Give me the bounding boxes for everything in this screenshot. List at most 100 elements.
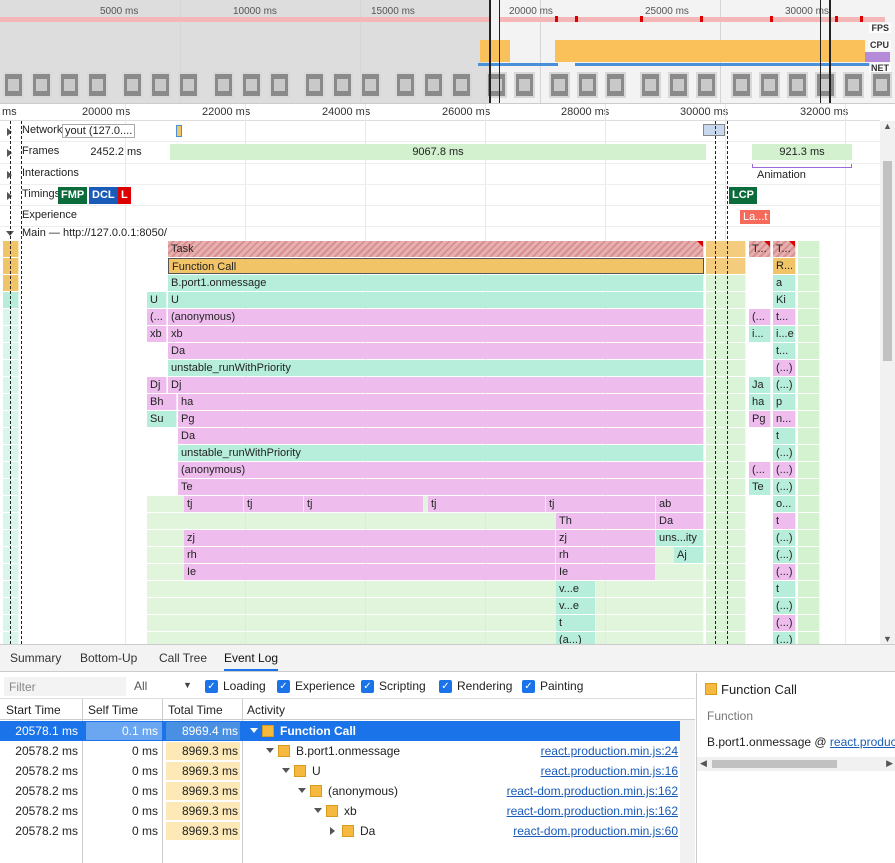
flame-chart[interactable]: ms 20000 ms 22000 ms 24000 ms 26000 ms 2…: [0, 104, 895, 644]
flame-entry[interactable]: [706, 445, 746, 461]
flame-entry[interactable]: [706, 258, 746, 274]
table-row[interactable]: 20578.2 ms 0 ms 8969.3 ms Da react-dom.produ…: [0, 821, 680, 841]
flame-entry[interactable]: (...: [749, 462, 771, 478]
flame-entry[interactable]: Pg: [749, 411, 771, 427]
source-link[interactable]: react-dom.production.min.js:60: [513, 824, 678, 838]
flame-entry[interactable]: [706, 530, 746, 546]
lcp-marker[interactable]: LCP: [729, 187, 757, 204]
flame-entry[interactable]: [798, 632, 820, 644]
table-scrollbar[interactable]: [680, 720, 695, 863]
flame-entry[interactable]: Th: [556, 513, 656, 529]
flame-entry[interactable]: (...): [773, 445, 796, 461]
flame-entry[interactable]: (a...): [556, 632, 596, 644]
flame-entry[interactable]: B.port1.onmessage: [168, 275, 704, 291]
flame-entry[interactable]: [706, 598, 746, 614]
flame-entry[interactable]: [706, 394, 746, 410]
layout-shift-marker[interactable]: La...t: [740, 210, 771, 224]
screenshot-thumbnail[interactable]: [871, 72, 892, 98]
tab-call-tree[interactable]: Call Tree: [159, 651, 207, 665]
flame-entry[interactable]: [3, 530, 19, 546]
flame-entry[interactable]: [3, 377, 19, 393]
flame-entry[interactable]: tj: [184, 496, 244, 512]
screenshot-thumbnail[interactable]: [213, 72, 234, 98]
screenshot-thumbnail[interactable]: [787, 72, 808, 98]
screenshot-thumbnail[interactable]: [59, 72, 80, 98]
flame-entry[interactable]: tj: [244, 496, 304, 512]
timeline-overview[interactable]: 5000 ms 10000 ms 15000 ms 20000 ms 25000…: [0, 0, 895, 104]
screenshot-thumbnail[interactable]: [640, 72, 661, 98]
flame-entry[interactable]: [706, 428, 746, 444]
scroll-left-icon[interactable]: ◀: [700, 758, 707, 769]
flame-entry[interactable]: [798, 615, 820, 631]
flame-entry[interactable]: rh: [556, 547, 656, 563]
flame-entry[interactable]: tj: [428, 496, 546, 512]
flame-entry[interactable]: [3, 496, 19, 512]
flame-entry[interactable]: tj: [304, 496, 424, 512]
tab-summary[interactable]: Summary: [10, 651, 61, 665]
flame-entry[interactable]: Dj: [147, 377, 167, 393]
flame-entry[interactable]: unstable_runWithPriority: [168, 360, 704, 376]
checkbox-loading[interactable]: ✓ Loading: [205, 679, 266, 693]
flame-entry[interactable]: Task: [168, 241, 704, 257]
timings-track[interactable]: Timings FMP DCL L LCP: [0, 185, 880, 206]
flame-entry[interactable]: Function Call: [168, 258, 704, 274]
screenshot-thumbnail[interactable]: [696, 72, 717, 98]
flame-entry[interactable]: (...): [773, 598, 796, 614]
collapse-arrow-icon[interactable]: [266, 748, 274, 753]
flame-entry[interactable]: U: [168, 292, 704, 308]
flame-entry[interactable]: [3, 598, 19, 614]
flame-entry[interactable]: [798, 394, 820, 410]
checkbox-rendering[interactable]: ✓ Rendering: [439, 679, 512, 693]
collapse-arrow-icon[interactable]: [298, 788, 306, 793]
flame-entry[interactable]: [798, 343, 820, 359]
flame-entry[interactable]: xb: [168, 326, 704, 342]
flame-entry[interactable]: [798, 564, 820, 580]
flame-entry[interactable]: p: [773, 394, 796, 410]
dropdown-caret-icon[interactable]: ▼: [183, 680, 192, 690]
flame-entry[interactable]: [798, 258, 820, 274]
fmp-marker[interactable]: FMP: [58, 187, 88, 204]
flame-entry[interactable]: [3, 564, 19, 580]
flame-entry[interactable]: Bh: [147, 394, 177, 410]
flame-entry[interactable]: Da: [656, 513, 704, 529]
flame-entry[interactable]: [706, 343, 746, 359]
flame-entry[interactable]: [3, 547, 19, 563]
flame-entry[interactable]: [798, 479, 820, 495]
tab-event-log[interactable]: Event Log: [224, 651, 279, 671]
flame-entry[interactable]: Da: [178, 428, 704, 444]
flame-entry[interactable]: [798, 326, 820, 342]
flame-entry[interactable]: (...): [773, 564, 796, 580]
screenshot-thumbnail[interactable]: [360, 72, 381, 98]
flame-entry[interactable]: [3, 343, 19, 359]
col-start-time[interactable]: Start Time: [6, 703, 61, 717]
flame-entry[interactable]: [706, 479, 746, 495]
flame-entry[interactable]: ha: [749, 394, 771, 410]
flame-entry[interactable]: uns...ity: [656, 530, 704, 546]
flame-entry[interactable]: U: [147, 292, 167, 308]
screenshot-thumbnail[interactable]: [87, 72, 108, 98]
flame-entry[interactable]: (...): [773, 547, 796, 563]
flame-entry[interactable]: o...: [773, 496, 796, 512]
flame-entry[interactable]: [798, 292, 820, 308]
flame-entry[interactable]: (...): [773, 632, 796, 644]
screenshot-thumbnail[interactable]: [731, 72, 752, 98]
network-request-label[interactable]: yout (127.0....: [62, 124, 136, 138]
flame-entry[interactable]: Pg: [178, 411, 704, 427]
flame-entry[interactable]: Dj: [168, 377, 704, 393]
flame-entry[interactable]: Ie: [556, 564, 656, 580]
flame-entry[interactable]: [3, 581, 19, 597]
table-row[interactable]: 20578.2 ms 0 ms 8969.3 ms (anonymous) react-…: [0, 781, 680, 801]
flame-entry[interactable]: [798, 598, 820, 614]
flame-entry[interactable]: [3, 309, 19, 325]
flame-entry[interactable]: [3, 360, 19, 376]
scroll-up-icon[interactable]: ▲: [883, 121, 892, 131]
flame-entry[interactable]: [3, 513, 19, 529]
table-row[interactable]: 20578.2 ms 0 ms 8969.3 ms xb react-dom.produ…: [0, 801, 680, 821]
flame-entry[interactable]: [3, 292, 19, 308]
screenshot-thumbnail[interactable]: [332, 72, 353, 98]
frame-duration[interactable]: 921.3 ms: [752, 144, 852, 160]
flame-entry[interactable]: T...: [749, 241, 771, 257]
flame-entry[interactable]: Ki: [773, 292, 796, 308]
screenshot-thumbnail[interactable]: [269, 72, 290, 98]
flame-entry[interactable]: [3, 615, 19, 631]
